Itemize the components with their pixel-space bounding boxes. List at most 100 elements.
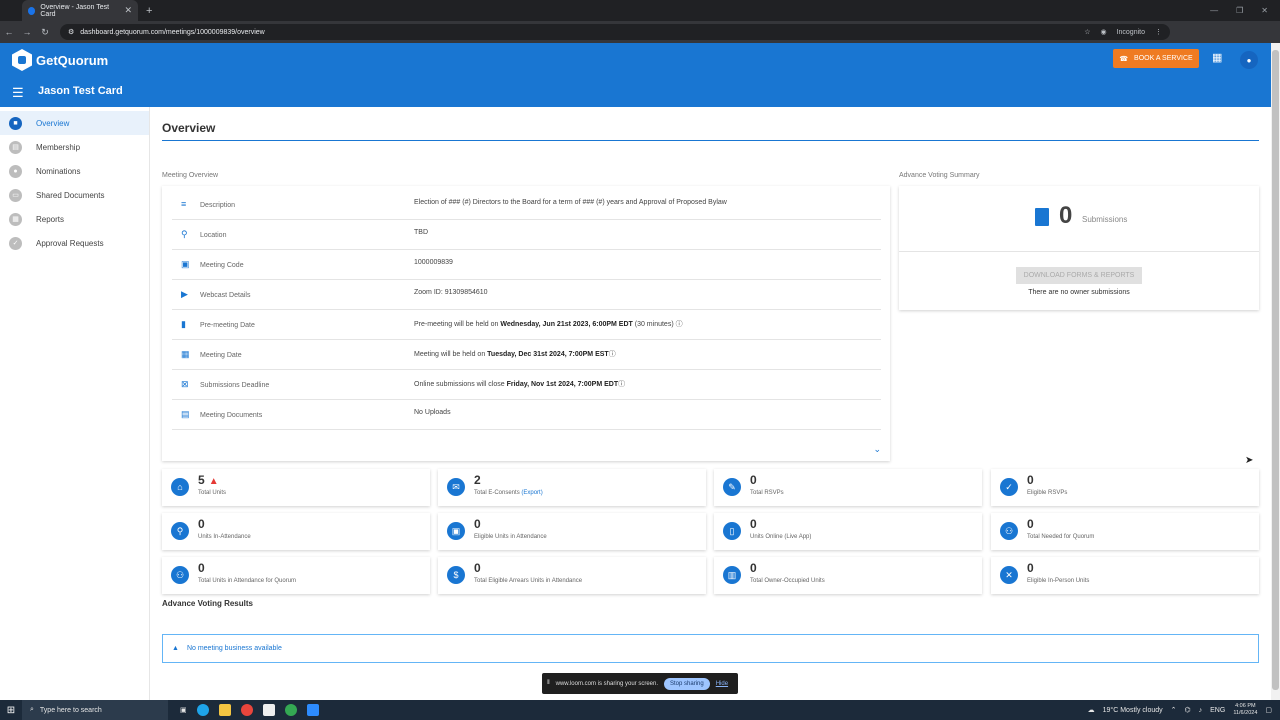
back-icon[interactable]: ←: [0, 27, 18, 37]
calendar-icon: ▦: [181, 349, 190, 359]
tab-close-icon[interactable]: ✕: [124, 5, 132, 16]
hamburger-menu-icon[interactable]: ☰: [12, 85, 24, 101]
address-bar[interactable]: ⚙ dashboard.getquorum.com/meetings/10000…: [60, 24, 1170, 40]
network-icon[interactable]: ⌬: [1185, 706, 1191, 714]
forward-icon[interactable]: →: [18, 27, 36, 37]
stat-total-units: ⌂ 5 ▲ Total Units: [162, 469, 430, 506]
volume-icon[interactable]: ♪: [1199, 707, 1203, 714]
account-icon[interactable]: ●: [1240, 51, 1258, 69]
incognito-label: Incognito: [1116, 28, 1145, 36]
chevron-down-icon[interactable]: ⌄: [873, 444, 881, 455]
stat-eligible-units-attendance: ▣ 0 Eligible Units in Attendance: [438, 513, 706, 550]
description-icon: ≡: [181, 199, 187, 209]
stat-needed-for-quorum: ⚇ 0 Total Needed for Quorum: [991, 513, 1259, 550]
chrome-profile-icon[interactable]: [284, 704, 297, 716]
apps-grid-icon[interactable]: ▦: [1212, 51, 1222, 64]
logo-icon: [12, 49, 32, 71]
sidebar-item-overview[interactable]: ■ Overview: [0, 111, 149, 135]
browser-menu-icon[interactable]: ⋮: [1155, 28, 1162, 36]
browser-toolbar: ← → ↻ ⚙ dashboard.getquorum.com/meetings…: [0, 21, 1280, 43]
book-service-button[interactable]: ☎ BOOK A SERVICE: [1113, 49, 1199, 68]
location-pin-icon: ⚲: [181, 229, 188, 239]
download-forms-button[interactable]: DOWNLOAD FORMS & REPORTS: [1016, 267, 1142, 284]
approval-icon: ✓: [9, 236, 22, 250]
getquorum-logo[interactable]: GetQuorum: [12, 49, 108, 71]
app-header: GetQuorum ☰ Jason Test Card ☎ BOOK A SER…: [0, 43, 1271, 107]
stat-owner-occupied-units: ▥ 0 Total Owner-Occupied Units: [714, 557, 982, 594]
scrollbar-thumb[interactable]: [1272, 50, 1279, 690]
badge-icon: ▣: [181, 259, 190, 269]
zoom-icon[interactable]: [306, 704, 319, 716]
info-icon[interactable]: ⓘ: [609, 351, 616, 358]
building-icon: ▥: [723, 566, 741, 584]
membership-icon: ▤: [9, 140, 22, 154]
weather-icon: ☁: [1087, 707, 1095, 714]
new-tab-icon[interactable]: +: [146, 5, 152, 17]
browser-tab[interactable]: Overview - Jason Test Card ✕: [22, 0, 138, 21]
overview-row-location: ⚲ Location TBD: [172, 220, 881, 250]
money-off-icon: $: [447, 566, 465, 584]
advance-voting-summary-label: Advance Voting Summary: [899, 172, 980, 179]
sidebar-item-nominations[interactable]: ● Nominations: [0, 159, 149, 183]
reports-icon: ▦: [9, 212, 22, 226]
info-icon[interactable]: ⓘ: [676, 321, 683, 328]
bookmark-star-icon[interactable]: ☆: [1084, 28, 1090, 36]
no-submissions-text: There are no owner submissions: [1028, 289, 1130, 296]
reload-icon[interactable]: ↻: [36, 27, 54, 38]
url-text: dashboard.getquorum.com/meetings/1000009…: [80, 28, 265, 36]
nominations-icon: ●: [9, 164, 22, 178]
site-info-icon[interactable]: ⚙: [68, 28, 74, 36]
taskbar-apps: ▣: [180, 704, 319, 716]
no-business-alert: ▲ No meeting business available: [162, 634, 1259, 663]
stat-eligible-rsvps: ✓ 0 Eligible RSVPs: [991, 469, 1259, 506]
window-close-icon[interactable]: ✕: [1261, 6, 1268, 15]
stat-eligible-in-person-units: ✕ 0 Eligible In-Person Units: [991, 557, 1259, 594]
restore-icon[interactable]: ❐: [1236, 6, 1243, 15]
taskbar-search[interactable]: ⌕ Type here to search: [22, 700, 168, 720]
file-explorer-icon[interactable]: [218, 704, 231, 716]
search-icon: ⌕: [30, 706, 34, 713]
sidebar-item-membership[interactable]: ▤ Membership: [0, 135, 149, 159]
meeting-title: Jason Test Card: [38, 85, 123, 97]
info-icon[interactable]: ⓘ: [618, 381, 625, 388]
sidebar-item-approval-requests[interactable]: ✓ Approval Requests: [0, 231, 149, 255]
favicon-icon: [28, 6, 36, 15]
overview-row-meeting-documents: ▤ Meeting Documents No Uploads: [172, 400, 881, 430]
location-pin-icon: ⚲: [171, 522, 189, 540]
drag-handle-icon[interactable]: ⦀: [547, 680, 550, 687]
rsvp-icon: ✎: [723, 478, 741, 496]
window-controls: — ❐ ✕: [1210, 6, 1280, 15]
overview-icon: ■: [9, 116, 22, 130]
sidebar-item-shared-documents[interactable]: ▭ Shared Documents: [0, 183, 149, 207]
headset-icon: ☎: [1119, 55, 1129, 63]
stat-units-online: ▯ 0 Units Online (Live App): [714, 513, 982, 550]
stat-eligible-arrears-units: $ 0 Total Eligible Arrears Units in Atte…: [438, 557, 706, 594]
home-icon: ⌂: [171, 478, 189, 496]
stat-units-in-attendance: ⚲ 0 Units In-Attendance: [162, 513, 430, 550]
stop-sharing-button[interactable]: Stop sharing: [664, 677, 710, 690]
warning-icon: ▲: [208, 476, 219, 487]
task-view-icon[interactable]: ▣: [180, 706, 187, 714]
submissions-label: Submissions: [1082, 215, 1128, 224]
chrome-icon[interactable]: [240, 704, 253, 716]
stat-total-rsvps: ✎ 0 Total RSVPs: [714, 469, 982, 506]
export-link[interactable]: (Export): [521, 490, 542, 496]
edge-icon[interactable]: [196, 704, 209, 716]
notion-icon[interactable]: [262, 704, 275, 716]
title-divider: [162, 140, 1259, 141]
sidebar-item-reports[interactable]: ▦ Reports: [0, 207, 149, 231]
minimize-icon[interactable]: —: [1210, 6, 1218, 15]
notifications-icon[interactable]: ▢: [1265, 706, 1272, 714]
meeting-overview-label: Meeting Overview: [162, 172, 219, 179]
advance-voting-results-title: Advance Voting Results: [162, 599, 253, 608]
brand-name: GetQuorum: [36, 52, 109, 68]
warning-icon: ▲: [172, 645, 179, 652]
windows-start-icon[interactable]: ⊞: [0, 705, 22, 716]
overview-row-webcast: ▶ Webcast Details Zoom ID: 91309854610: [172, 280, 881, 310]
tray-chevron-icon[interactable]: ⌃: [1171, 706, 1177, 714]
hide-link[interactable]: Hide: [716, 681, 728, 687]
stat-total-e-consents: ✉ 2 Total E-Consents (Export): [438, 469, 706, 506]
meeting-overview-card: ≡ Description Election of ### (#) Direct…: [162, 186, 890, 461]
clock[interactable]: 4:06 PM 11/6/2024: [1233, 703, 1257, 717]
email-icon: ✉: [447, 478, 465, 496]
